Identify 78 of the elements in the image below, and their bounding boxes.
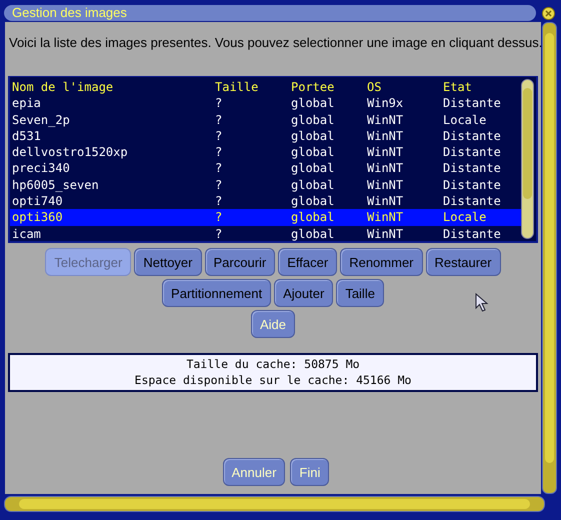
table-cell-text: d531: [12, 128, 42, 144]
table-cell-text: opti360: [12, 209, 64, 226]
table-cell-text: ?: [215, 112, 224, 128]
column-header[interactable]: Portee: [291, 79, 367, 96]
table-cell-text: ?: [215, 95, 224, 112]
button[interactable]: Aide: [250, 310, 296, 338]
scrollbar[interactable]: [542, 22, 557, 494]
table-row[interactable]: d531 ? global WinNT Distante: [10, 128, 521, 144]
button[interactable]: Restaurer: [426, 248, 501, 276]
window-title: Gestion des images: [4, 5, 536, 21]
scrollbar[interactable]: [4, 496, 545, 512]
table-cell-text: global: [291, 176, 336, 194]
table-cell-text: hp6005_seven: [12, 176, 100, 194]
table-row[interactable]: preci340 ? global WinNT Distante: [10, 160, 521, 177]
button[interactable]: Taille: [336, 279, 384, 307]
table-row[interactable]: opti740 ? global WinNT Distante: [10, 193, 521, 210]
table-cell-text: Distante: [443, 226, 502, 242]
column-header[interactable]: Etat: [443, 79, 521, 96]
scrollbar[interactable]: [521, 79, 534, 239]
table-cell-text: ?: [215, 226, 224, 242]
table-cell-text: Distante: [443, 193, 502, 210]
button[interactable]: Annuler: [222, 458, 286, 486]
table-cell-text: global: [291, 160, 336, 177]
button[interactable]: Fini: [290, 458, 330, 486]
table-cell-text: icam: [12, 226, 42, 242]
table-cell-text: ?: [215, 128, 224, 144]
button[interactable]: Partitionnement: [162, 279, 272, 307]
table-cell-text: WinNT: [367, 144, 404, 160]
table-cell-text: WinNT: [367, 209, 404, 226]
cache-info-text: Espace disponible sur le cache: 45166 Mo: [134, 372, 412, 388]
table-cell-text: global: [291, 112, 336, 128]
column-header[interactable]: Nom de l'image: [12, 79, 215, 96]
table-cell-text: WinNT: [367, 112, 404, 128]
table-cell-text: global: [291, 144, 336, 160]
table-cell-text: Distante: [443, 160, 502, 177]
table-row[interactable]: icam ? global WinNT Distante: [10, 226, 521, 242]
table-cell-text: global: [291, 193, 336, 210]
table-cell-text: opti740: [12, 193, 64, 210]
button[interactable]: Parcourir: [204, 248, 276, 276]
table-cell-text: dellvostro1520xp: [12, 144, 129, 160]
table-cell-text: global: [291, 128, 336, 144]
table-cell-text: ?: [215, 160, 224, 177]
column-header[interactable]: OS: [367, 79, 443, 96]
table-cell-text: preci340: [12, 160, 71, 177]
table-cell-text: WinNT: [367, 176, 404, 194]
table-cell-text: ?: [215, 144, 224, 160]
table-cell-text: global: [291, 209, 336, 226]
button[interactable]: Effacer: [278, 248, 338, 276]
table-cell-text: ?: [215, 193, 224, 210]
table-cell-text: WinNT: [367, 160, 404, 177]
button[interactable]: Renommer: [340, 248, 422, 276]
table-cell-text: ?: [215, 176, 224, 194]
table-cell-text: Distante: [443, 176, 502, 194]
table-cell-text: ?: [215, 209, 224, 226]
table-cell-text: Win9x: [367, 95, 404, 112]
table-cell-text: Distante: [443, 95, 502, 112]
table-cell-text: epia: [12, 95, 42, 112]
table-row[interactable]: hp6005_seven ? global WinNT Distante: [10, 176, 521, 194]
button[interactable]: Ajouter: [274, 279, 334, 307]
button[interactable]: Nettoyer: [134, 248, 202, 276]
table-row[interactable]: dellvostro1520xp ? global WinNT Distante: [10, 144, 521, 160]
table-row[interactable]: epia ? global Win9x Distante: [10, 95, 521, 112]
table-row[interactable]: opti360 ? global WinNT Locale: [10, 209, 521, 226]
cache-info-text: Taille du cache: 50875 Mo: [185, 356, 361, 372]
table-cell-text: Distante: [443, 144, 502, 160]
table-cell-text: global: [291, 226, 336, 242]
close-icon[interactable]: [542, 6, 555, 20]
table-cell-text: WinNT: [367, 193, 404, 210]
table-cell-text: Seven_2p: [12, 112, 71, 128]
table-cell-text: Locale: [443, 209, 488, 226]
table-cell-text: WinNT: [367, 226, 404, 242]
table-cell-text: global: [291, 95, 336, 112]
cursor-icon: [475, 293, 489, 313]
table-cell-text: Locale: [443, 112, 488, 128]
table-cell-text: Distante: [443, 128, 502, 144]
table-row[interactable]: Seven_2p ? global WinNT Locale: [10, 112, 521, 128]
table-cell-text: WinNT: [367, 128, 404, 144]
column-header[interactable]: Taille: [215, 79, 291, 96]
